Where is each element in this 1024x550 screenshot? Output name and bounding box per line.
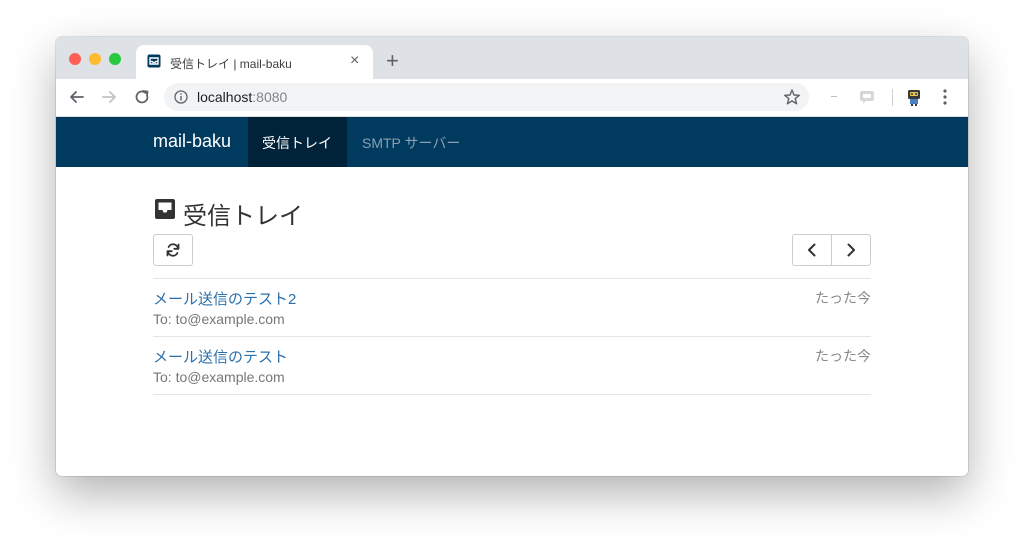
nav-item-inbox[interactable]: 受信トレイ (248, 117, 347, 167)
back-arrow-icon[interactable] (67, 87, 87, 107)
tab-close-button[interactable]: × (350, 52, 359, 70)
message-time: たった今 (815, 290, 871, 306)
refresh-icon (166, 243, 180, 257)
browser-menu-icon[interactable] (943, 89, 947, 105)
url-host: localhost (197, 89, 253, 105)
chevron-left-icon (808, 243, 816, 257)
message-recipient: To: to@example.com (153, 311, 285, 327)
brand-logo[interactable]: mail-baku (153, 131, 231, 152)
info-icon[interactable] (174, 90, 188, 104)
inbox-icon (155, 199, 175, 219)
bookmark-star-icon[interactable] (783, 88, 801, 106)
minimize-window-button[interactable] (89, 53, 101, 65)
message-list: メール送信のテスト2 To: to@example.com たった今 メール送信… (153, 278, 871, 395)
forward-arrow-icon[interactable] (99, 87, 119, 107)
message-subject-link[interactable]: メール送信のテスト (153, 346, 288, 367)
app-navbar: mail-baku 受信トレイ SMTP サーバー (56, 117, 968, 167)
maximize-window-button[interactable] (109, 53, 121, 65)
inbox-favicon-icon (147, 54, 161, 68)
page-title: 受信トレイ (183, 203, 303, 230)
address-bar[interactable]: localhost:8080 (164, 83, 809, 111)
nav-item-inbox-label: 受信トレイ (262, 135, 332, 151)
reload-icon[interactable] (132, 87, 152, 107)
browser-window: 受信トレイ | mail-baku × + localhost:8080 mai… (56, 37, 968, 476)
message-row[interactable]: メール送信のテスト2 To: to@example.com たった今 (153, 278, 871, 336)
new-tab-button[interactable]: + (386, 50, 399, 72)
tab-strip: 受信トレイ | mail-baku × + (56, 37, 968, 79)
browser-tab[interactable]: 受信トレイ | mail-baku × (136, 45, 373, 79)
refresh-button[interactable] (153, 234, 193, 266)
close-window-button[interactable] (69, 53, 81, 65)
chevron-right-icon (847, 243, 855, 257)
extension-placeholder-icon[interactable] (831, 96, 837, 97)
nav-item-smtp-server[interactable]: SMTP サーバー (362, 133, 460, 153)
message-time: たった今 (815, 348, 871, 364)
tab-title: 受信トレイ | mail-baku (170, 57, 292, 71)
toolbar-divider (892, 89, 893, 106)
robot-extension-icon[interactable] (905, 88, 923, 106)
message-subject-link[interactable]: メール送信のテスト2 (153, 288, 296, 309)
browser-toolbar: localhost:8080 (56, 79, 968, 117)
main-content: 受信トレイ メール送信のテスト2 To: to@example.com たった今… (153, 167, 871, 476)
next-page-button[interactable] (831, 234, 871, 266)
url-text: localhost:8080 (197, 89, 287, 105)
previous-page-button[interactable] (792, 234, 832, 266)
extension-chat-icon[interactable] (859, 90, 875, 104)
message-row[interactable]: メール送信のテスト To: to@example.com たった今 (153, 336, 871, 395)
pagination-group (792, 234, 871, 266)
url-port: :8080 (252, 89, 288, 105)
message-recipient: To: to@example.com (153, 369, 285, 385)
